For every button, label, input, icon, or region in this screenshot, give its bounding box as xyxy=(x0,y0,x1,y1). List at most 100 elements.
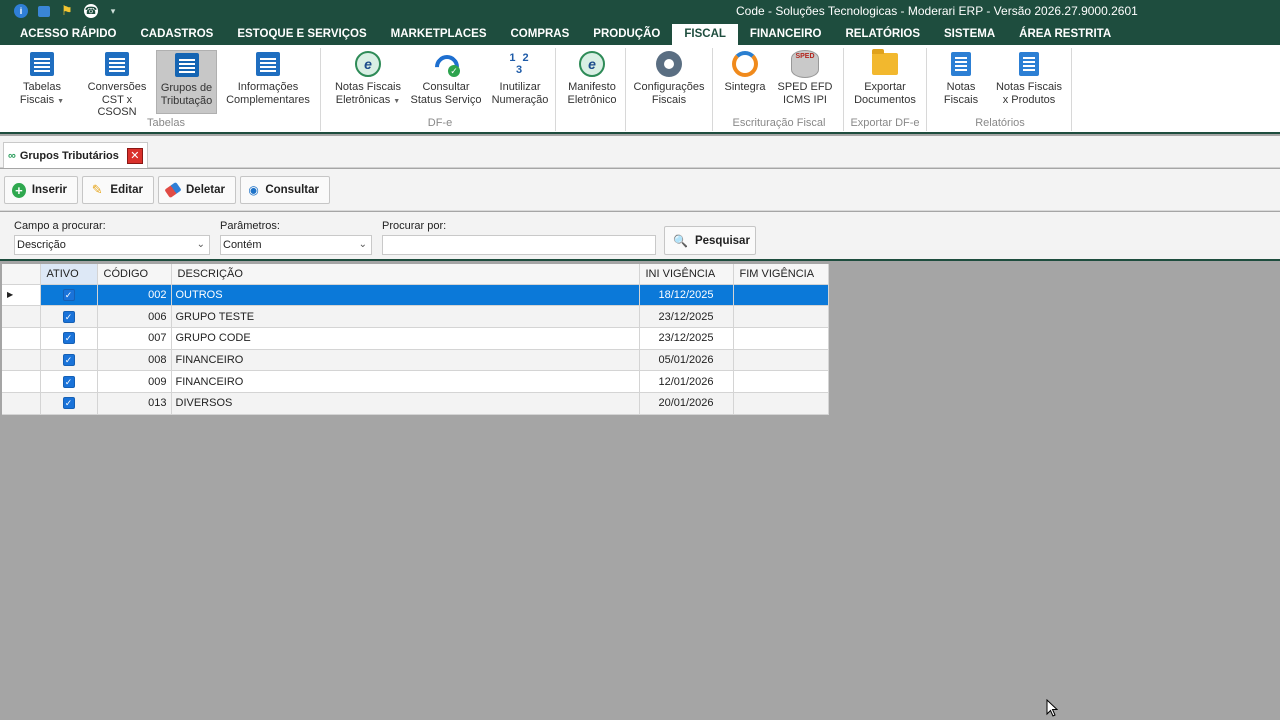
bell-icon[interactable]: ⚑ xyxy=(60,3,74,18)
info-icon[interactable]: i xyxy=(14,4,28,18)
menu-relatorios[interactable]: RELATÓRIOS xyxy=(833,24,932,45)
sped-efd-button[interactable]: SPED SPED EFD ICMS IPI xyxy=(776,50,834,114)
title-bar: i ⚑ ☎ ▾ Code - Soluções Tecnologicas - M… xyxy=(0,0,1280,45)
conversoes-cst-button[interactable]: Conversões CST x CSOSN xyxy=(84,50,150,118)
search-panel: Campo a procurar: Descrição ⌄ Parâmetros… xyxy=(0,212,1280,261)
eye-icon: ◉ xyxy=(248,183,259,197)
grupos-tributacao-button[interactable]: Grupos de Tributação xyxy=(156,50,217,114)
descricao-cell: DIVERSOS xyxy=(171,392,640,415)
table-row[interactable]: ✓ 013 DIVERSOS 20/01/2026 xyxy=(2,392,829,415)
parametros-select[interactable]: Contém ⌄ xyxy=(220,235,372,255)
ativo-checkbox[interactable]: ✓ xyxy=(40,305,98,328)
table-row[interactable]: ✓ 006 GRUPO TESTE 23/12/2025 xyxy=(2,305,829,328)
sped-icon: SPED xyxy=(791,50,819,78)
inserir-button[interactable]: + Inserir xyxy=(4,176,78,204)
whatsapp-icon[interactable]: ☎ xyxy=(84,4,98,18)
menu-area-restrita[interactable]: ÁREA RESTRITA xyxy=(1007,24,1123,45)
menu-estoque-servicos[interactable]: ESTOQUE E SERVIÇOS xyxy=(225,24,378,45)
nfe-icon: e xyxy=(355,51,381,77)
manifesto-eletronico-button[interactable]: e Manifesto Eletrônico xyxy=(563,50,621,114)
group-label-exportar: Exportar DF-e xyxy=(850,117,920,129)
data-grid: ATIVO CÓDIGO DESCRIÇÃO INI VIGÊNCIA FIM … xyxy=(2,264,829,415)
close-tab-icon[interactable]: ✕ xyxy=(126,147,143,164)
configuracoes-fiscais-button[interactable]: Configurações Fiscais xyxy=(630,50,708,114)
checkbox-checked-icon: ✓ xyxy=(62,332,75,345)
pesquisar-button[interactable]: 🔍 Pesquisar xyxy=(664,226,756,255)
campo-select[interactable]: Descrição ⌄ xyxy=(14,235,210,255)
tabelas-fiscais-button[interactable]: Tabelas Fiscais ▼ xyxy=(16,50,68,114)
folder-icon xyxy=(872,49,898,75)
menu-producao[interactable]: PRODUÇÃO xyxy=(581,24,672,45)
document-tabs: ∞ Grupos Tributários ✕ xyxy=(0,136,1280,168)
fim-vigencia-cell xyxy=(733,305,829,328)
calculator-icon[interactable] xyxy=(38,5,50,17)
ativo-checkbox[interactable]: ✓ xyxy=(40,392,98,415)
menu-acesso-rapido[interactable]: ACESSO RÁPIDO xyxy=(0,24,129,45)
table-row[interactable]: ▶ ✓ 002 OUTROS 18/12/2025 xyxy=(2,284,829,307)
consultar-button[interactable]: ◉ Consultar xyxy=(240,176,330,204)
row-indicator xyxy=(2,392,41,415)
row-indicator xyxy=(2,327,41,350)
table-doc-icon xyxy=(105,52,129,76)
module-icon: ∞ xyxy=(8,149,16,162)
menu-marketplaces[interactable]: MARKETPLACES xyxy=(379,24,499,45)
ativo-checkbox[interactable]: ✓ xyxy=(40,327,98,350)
search-icon: 🔍 xyxy=(673,233,688,248)
customize-qat-icon[interactable]: ▾ xyxy=(108,4,118,18)
consultar-status-servico-button[interactable]: ✓ Consultar Status Serviço xyxy=(410,50,482,114)
descricao-cell: FINANCEIRO xyxy=(171,370,640,393)
fim-vigencia-cell xyxy=(733,349,829,372)
informacoes-complementares-button[interactable]: Informações Complementares xyxy=(224,50,312,114)
ini-vigencia-cell: 05/01/2026 xyxy=(639,349,734,372)
ini-vigencia-cell: 23/12/2025 xyxy=(639,327,734,350)
fim-vigencia-cell xyxy=(733,370,829,393)
checkbox-checked-icon: ✓ xyxy=(62,353,75,366)
menu-fiscal[interactable]: FISCAL xyxy=(672,24,738,45)
column-header-codigo[interactable]: CÓDIGO xyxy=(97,264,172,285)
codigo-cell: 006 xyxy=(97,305,172,328)
ribbon-separator xyxy=(320,48,321,131)
row-indicator xyxy=(2,349,41,372)
table-row[interactable]: ✓ 007 GRUPO CODE 23/12/2025 xyxy=(2,327,829,350)
editar-button[interactable]: ✎ Editar xyxy=(82,176,154,204)
exportar-documentos-button[interactable]: Exportar Documentos xyxy=(848,49,922,114)
procurar-input[interactable] xyxy=(382,235,656,255)
manifesto-icon: e xyxy=(579,51,605,77)
tab-grupos-tributarios[interactable]: ∞ Grupos Tributários ✕ xyxy=(3,142,148,168)
column-header-descricao[interactable]: DESCRIÇÃO xyxy=(171,264,640,285)
menu-compras[interactable]: COMPRAS xyxy=(499,24,582,45)
column-header-ativo[interactable]: ATIVO xyxy=(40,264,98,285)
ribbon-separator xyxy=(1071,48,1072,131)
ini-vigencia-cell: 20/01/2026 xyxy=(639,392,734,415)
menu-sistema[interactable]: SISTEMA xyxy=(932,24,1007,45)
table-doc-icon xyxy=(30,52,54,76)
ini-vigencia-cell: 12/01/2026 xyxy=(639,370,734,393)
sintegra-button[interactable]: Sintegra xyxy=(720,50,770,114)
pencil-icon: ✎ xyxy=(91,182,103,197)
ribbon-separator xyxy=(926,48,927,131)
deletar-button[interactable]: Deletar xyxy=(158,176,236,204)
table-row[interactable]: ✓ 008 FINANCEIRO 05/01/2026 xyxy=(2,349,829,372)
notas-fiscais-report-button[interactable]: Notas Fiscais xyxy=(936,50,986,114)
ativo-checkbox[interactable]: ✓ xyxy=(40,370,98,393)
codigo-cell: 002 xyxy=(97,284,172,307)
numbering-icon: 1 2 3 xyxy=(509,51,531,77)
ativo-checkbox[interactable]: ✓ xyxy=(40,349,98,372)
campo-label: Campo a procurar: xyxy=(14,220,106,232)
eraser-icon xyxy=(164,181,182,199)
group-label-dfe: DF-e xyxy=(427,117,453,129)
ativo-checkbox[interactable]: ✓ xyxy=(40,284,98,307)
ribbon: Tabelas Fiscais ▼ Conversões CST x CSOSN… xyxy=(0,45,1280,134)
row-indicator xyxy=(2,370,41,393)
table-doc-icon xyxy=(256,52,280,76)
column-header-ini-vigencia[interactable]: INI VIGÊNCIA xyxy=(639,264,734,285)
menu-cadastros[interactable]: CADASTROS xyxy=(129,24,226,45)
wifi-status-icon: ✓ xyxy=(430,50,464,84)
menu-financeiro[interactable]: FINANCEIRO xyxy=(738,24,834,45)
window-title: Code - Soluções Tecnologicas - Moderari … xyxy=(736,4,1138,18)
notas-fiscais-eletronicas-button[interactable]: e Notas Fiscais Eletrônicas ▼ xyxy=(328,50,408,114)
notas-fiscais-produtos-button[interactable]: Notas Fiscais x Produtos xyxy=(992,50,1066,114)
table-row[interactable]: ✓ 009 FINANCEIRO 12/01/2026 xyxy=(2,370,829,393)
column-header-fim-vigencia[interactable]: FIM VIGÊNCIA xyxy=(733,264,829,285)
inutilizar-numeracao-button[interactable]: 1 2 3 Inutilizar Numeração xyxy=(490,50,550,114)
